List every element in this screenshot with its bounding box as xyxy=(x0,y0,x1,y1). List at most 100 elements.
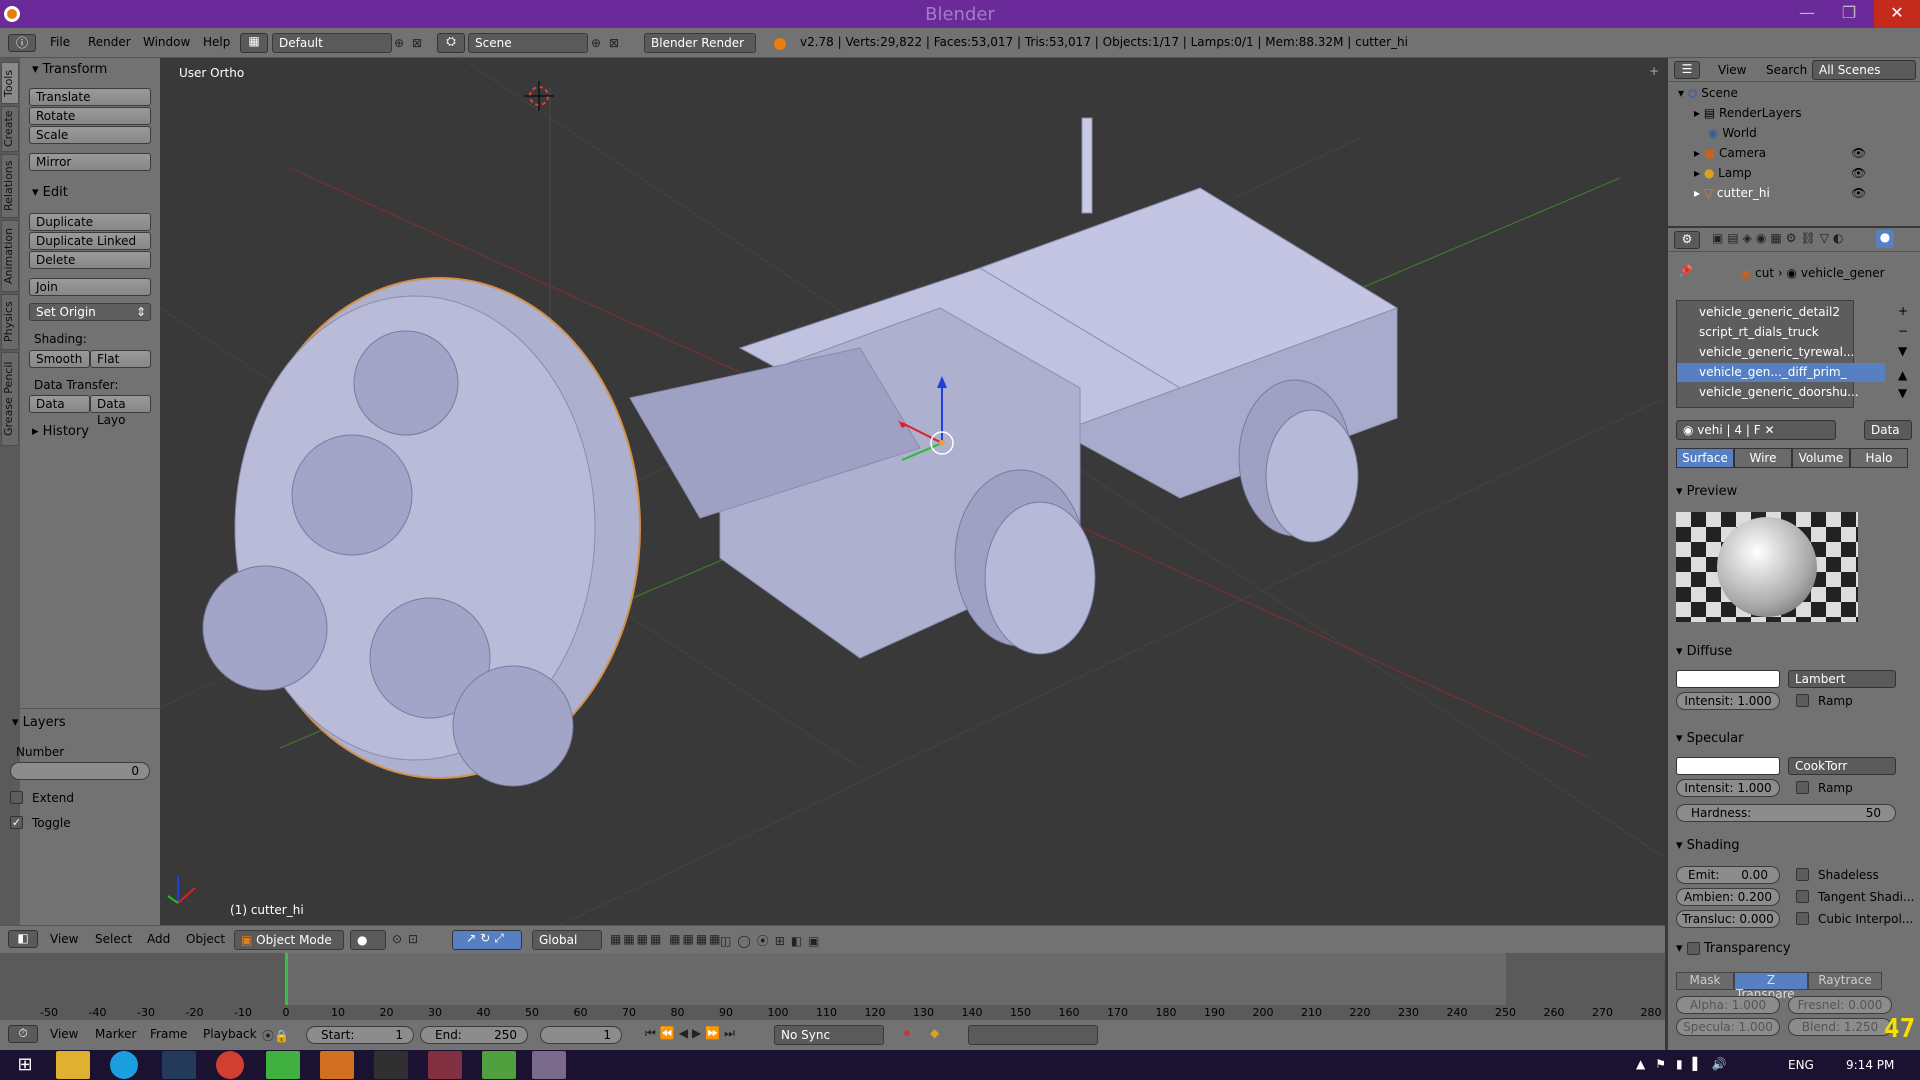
outliner-view-menu[interactable]: View xyxy=(1718,63,1746,77)
emit-field[interactable]: Emit: 0.00 xyxy=(1676,866,1780,884)
specular-color-swatch[interactable] xyxy=(1676,757,1780,775)
set-origin-dropdown[interactable]: Set Origin ⇕ xyxy=(29,303,151,321)
toggle-checkbox[interactable]: ✓ xyxy=(10,816,23,829)
data-dropdown[interactable]: Data xyxy=(1864,420,1912,440)
scene-icon[interactable]: ⛭ xyxy=(437,33,465,53)
data-transfer-button[interactable]: Data xyxy=(29,395,90,413)
preview-range-icons[interactable]: ⦿🔒 xyxy=(262,1027,289,1044)
alpha-field[interactable]: Alpha: 1.000 xyxy=(1676,996,1780,1014)
material-slot[interactable]: vehicle_generic_detail2 xyxy=(1677,303,1885,322)
material-datablock[interactable]: ◉ vehi | 4 | F ✕ xyxy=(1676,420,1836,440)
transform-panel-header[interactable]: ▾ Transform xyxy=(32,62,107,77)
translate-button[interactable]: Translate xyxy=(29,88,151,106)
menu-frame[interactable]: Frame xyxy=(150,1027,187,1041)
tab-create[interactable]: Create xyxy=(1,106,19,152)
scene-selector[interactable]: Scene xyxy=(468,33,588,53)
move-slot-up-icon[interactable]: ▲ xyxy=(1898,368,1907,382)
visibility-eye-icon[interactable]: 👁 xyxy=(1851,146,1866,160)
smooth-button[interactable]: Smooth xyxy=(29,350,90,368)
menu-render[interactable]: Render xyxy=(88,35,131,49)
end-frame-field[interactable]: End: 250 xyxy=(420,1026,528,1044)
delete-button[interactable]: Delete xyxy=(29,251,151,269)
record-icon[interactable]: ⏺ xyxy=(904,1026,910,1041)
3d-view-editor-icon[interactable]: ◧ xyxy=(8,930,38,948)
menu-view-timeline[interactable]: View xyxy=(50,1027,78,1041)
duplicate-linked-button[interactable]: Duplicate Linked xyxy=(29,232,151,250)
menu-marker[interactable]: Marker xyxy=(95,1027,136,1041)
tab-surface[interactable]: Surface xyxy=(1676,448,1734,468)
visibility-eye-icon[interactable]: 👁 xyxy=(1851,186,1866,200)
join-button[interactable]: Join xyxy=(29,278,151,296)
material-slot-selected[interactable]: vehicle_gen..._diff_prim_ xyxy=(1677,363,1885,382)
sync-dropdown[interactable]: No Sync xyxy=(774,1025,884,1045)
current-frame-marker[interactable] xyxy=(285,953,288,1005)
menu-file[interactable]: File xyxy=(50,35,70,49)
material-tab-icon[interactable]: ● xyxy=(1876,230,1894,248)
snapping-icons[interactable]: ◫◯⦿⊞◧▣ xyxy=(720,932,826,949)
z-transparency-button[interactable]: Z Transpare... xyxy=(1734,972,1808,1001)
add-scene-icon[interactable]: ⊕ xyxy=(591,36,601,50)
tab-grease-pencil[interactable]: Grease Pencil xyxy=(1,352,19,446)
menu-add[interactable]: Add xyxy=(147,932,170,946)
properties-editor-icon[interactable]: ⚙ xyxy=(1674,231,1700,249)
specular-header[interactable]: ▾ Specular xyxy=(1676,731,1743,746)
keying-set-field[interactable] xyxy=(968,1025,1098,1045)
slot-menu-icon[interactable]: ▼ xyxy=(1898,344,1907,358)
diffuse-ramp-checkbox[interactable] xyxy=(1796,694,1809,707)
tab-tools[interactable]: Tools xyxy=(1,62,19,104)
history-panel-header[interactable]: ▸ History xyxy=(32,424,89,439)
diffuse-color-swatch[interactable] xyxy=(1676,670,1780,688)
menu-select[interactable]: Select xyxy=(95,932,132,946)
tab-halo[interactable]: Halo xyxy=(1850,448,1908,468)
tab-wire[interactable]: Wire xyxy=(1734,448,1792,468)
media-player-icon[interactable] xyxy=(320,1051,354,1079)
material-slot[interactable]: script_rt_dials_truck xyxy=(1677,323,1885,342)
cutter-vehicle-model[interactable] xyxy=(202,117,1399,787)
outliner-scene[interactable]: ▾ ⛭ Scene xyxy=(1678,86,1738,101)
tab-relations[interactable]: Relations xyxy=(1,154,19,218)
object-mode-dropdown[interactable]: ▣ Object Mode xyxy=(234,930,344,950)
edit-panel-header[interactable]: ▾ Edit xyxy=(32,185,68,200)
menu-playback[interactable]: Playback xyxy=(203,1027,257,1041)
specular-shader-dropdown[interactable]: CookTorr xyxy=(1788,757,1896,775)
add-layout-icon[interactable]: ⊕ xyxy=(394,36,404,50)
rotate-button[interactable]: Rotate xyxy=(29,107,151,125)
outliner-search-menu[interactable]: Search xyxy=(1766,63,1807,77)
shadeless-checkbox[interactable] xyxy=(1796,868,1809,881)
menu-window[interactable]: Window xyxy=(143,35,190,49)
outliner-renderlayers[interactable]: ▸ ▤ RenderLayers xyxy=(1694,106,1801,120)
transparency-checkbox[interactable] xyxy=(1686,942,1700,955)
remove-slot-icon[interactable]: − xyxy=(1898,324,1908,338)
breadcrumb-material[interactable]: vehicle_gener xyxy=(1801,266,1885,280)
timeline-editor-icon[interactable]: ⏱ xyxy=(8,1025,38,1043)
minimize-button[interactable]: — xyxy=(1784,0,1830,28)
cubic-interpolation-checkbox[interactable] xyxy=(1796,912,1809,925)
current-frame-field[interactable]: 1 xyxy=(540,1026,622,1044)
outliner-editor-icon[interactable]: ☰ xyxy=(1674,61,1700,79)
tab-physics[interactable]: Physics xyxy=(1,294,19,350)
tab-volume[interactable]: Volume xyxy=(1792,448,1850,468)
tray-icons[interactable]: ▲⚑▮▌🔊 xyxy=(1636,1057,1737,1071)
close-button[interactable]: ✕ xyxy=(1874,0,1920,28)
outliner-world[interactable]: ◉ World xyxy=(1708,126,1757,140)
outliner-camera[interactable]: ▸ ■ Camera xyxy=(1694,146,1766,160)
specular-intensity-field[interactable]: Intensit: 1.000 xyxy=(1676,779,1780,797)
viewport-shading-dropdown[interactable]: ● xyxy=(350,930,386,950)
clock[interactable]: 9:14 PM xyxy=(1846,1058,1894,1072)
move-slot-down-icon[interactable]: ▼ xyxy=(1898,386,1907,400)
mask-button[interactable]: Mask xyxy=(1676,972,1734,990)
start-button[interactable]: ⊞ xyxy=(8,1051,42,1079)
manipulator-icons[interactable]: ↗↻⤢ xyxy=(452,930,522,950)
preview-header[interactable]: ▾ Preview xyxy=(1676,484,1737,499)
layout-icon[interactable]: ▦ xyxy=(240,33,268,53)
mirror-button[interactable]: Mirror xyxy=(29,153,151,171)
terminal-icon[interactable] xyxy=(374,1051,408,1079)
layer-buttons[interactable]: ▦▦▦▦ ▦▦▦▦ xyxy=(610,932,723,946)
menu-object[interactable]: Object xyxy=(186,932,225,946)
outliner-filter-selector[interactable]: All Scenes xyxy=(1812,60,1916,80)
material-slot-list[interactable]: vehicle_generic_detail2 script_rt_dials_… xyxy=(1676,300,1885,408)
fresnel-field[interactable]: Fresnel: 0.000 xyxy=(1788,996,1892,1014)
steam-icon[interactable] xyxy=(162,1051,196,1079)
diffuse-shader-dropdown[interactable]: Lambert xyxy=(1788,670,1896,688)
add-slot-icon[interactable]: + xyxy=(1898,304,1908,318)
